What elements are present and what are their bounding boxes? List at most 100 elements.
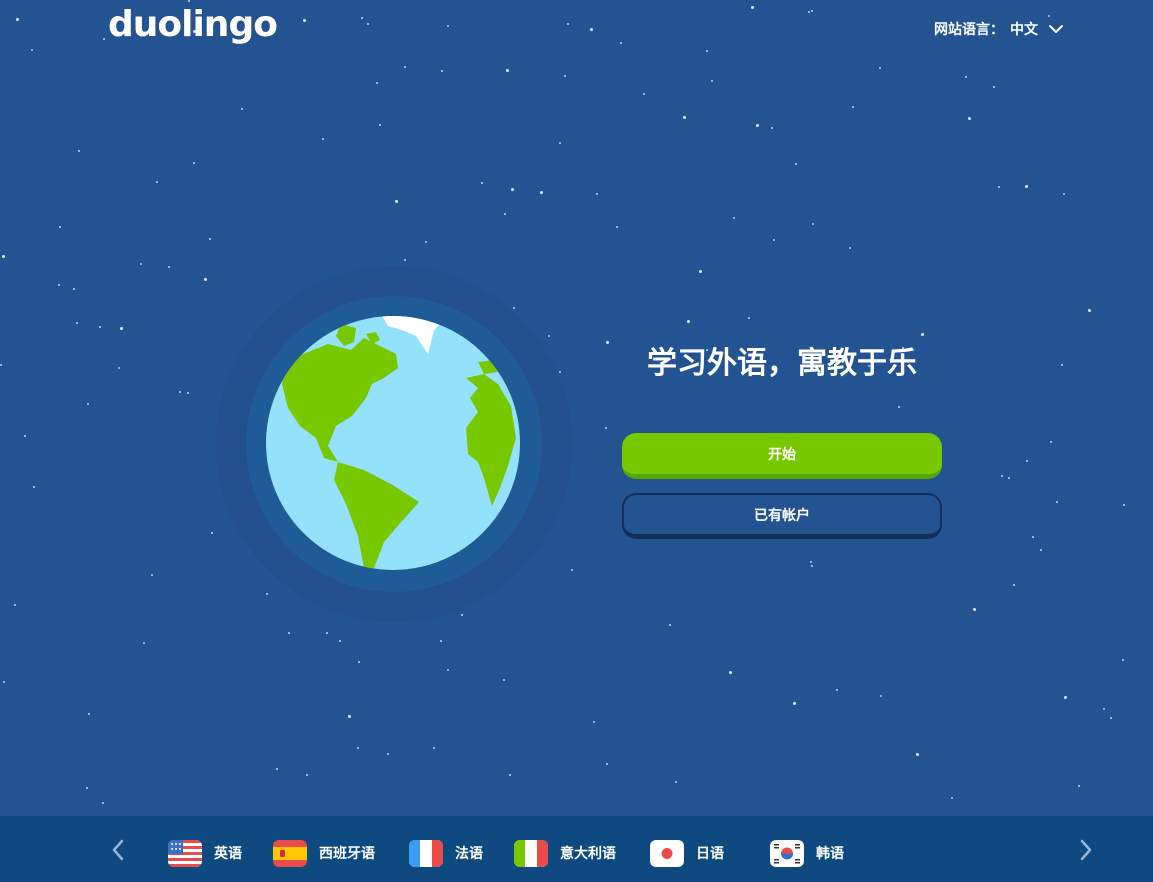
star [143, 642, 145, 644]
star [156, 181, 158, 183]
japan-flag-icon [650, 839, 684, 867]
star [1061, 364, 1063, 366]
star [606, 763, 608, 765]
star [506, 69, 509, 72]
star [425, 241, 427, 243]
star [339, 640, 341, 642]
star [993, 86, 995, 88]
star [102, 802, 104, 804]
korea-flag-icon [770, 839, 804, 867]
star [204, 278, 207, 281]
star [1103, 708, 1105, 710]
star [193, 162, 195, 164]
star [812, 223, 814, 225]
star [596, 193, 598, 195]
star [733, 217, 735, 219]
star [322, 138, 324, 140]
star [564, 75, 566, 77]
star [187, 392, 189, 394]
star [73, 288, 75, 290]
star [78, 150, 80, 152]
star [1110, 717, 1112, 719]
star [241, 108, 243, 110]
star [481, 182, 483, 184]
star [699, 270, 702, 273]
lang-item-french[interactable]: 法语 [409, 839, 483, 867]
star [211, 532, 213, 534]
star [849, 247, 851, 249]
star [151, 574, 153, 576]
star [1078, 785, 1080, 787]
star [306, 774, 308, 776]
france-flag-icon [409, 839, 443, 867]
star [31, 49, 33, 51]
star [1063, 193, 1065, 195]
star [593, 721, 595, 723]
lang-item-japanese[interactable]: 日语 [650, 839, 724, 867]
star [1026, 460, 1028, 462]
star [276, 768, 278, 770]
star [1040, 549, 1042, 551]
star [348, 715, 351, 718]
star [836, 689, 838, 691]
star [0, 364, 2, 366]
spain-flag-icon [273, 839, 307, 867]
star [795, 163, 797, 165]
star [1122, 659, 1124, 661]
star [387, 753, 389, 755]
star [811, 10, 813, 12]
have-account-button[interactable]: 已有帐户 [622, 493, 942, 539]
star [540, 191, 543, 194]
star [669, 624, 671, 626]
chevron-right-icon[interactable] [1073, 838, 1097, 862]
lang-label: 西班牙语 [319, 846, 375, 862]
star [852, 106, 854, 108]
star [643, 93, 645, 95]
star [87, 403, 89, 405]
us-flag-icon [168, 839, 202, 867]
start-button[interactable]: 开始 [622, 433, 942, 479]
star [706, 50, 708, 52]
star [16, 18, 19, 21]
star [376, 82, 378, 84]
site-language-selector[interactable]: 网站语言： 中文 [934, 17, 1064, 41]
star [303, 19, 306, 22]
star [168, 266, 170, 268]
star [88, 713, 90, 715]
star [358, 661, 360, 663]
star [921, 333, 924, 336]
lang-label: 意大利语 [560, 846, 616, 862]
star [687, 320, 690, 323]
star [288, 632, 290, 634]
lang-label: 英语 [214, 846, 242, 862]
star [1001, 475, 1003, 477]
star [503, 679, 505, 681]
star [367, 23, 369, 25]
star [793, 702, 796, 705]
star [86, 787, 88, 789]
duolingo-logo[interactable]: duolingo [108, 4, 278, 45]
star [118, 367, 120, 369]
chevron-left-icon[interactable] [107, 838, 131, 862]
lang-item-italian[interactable]: 意大利语 [514, 839, 616, 867]
star [808, 11, 810, 13]
star [810, 561, 812, 563]
star [605, 427, 607, 429]
star [440, 640, 442, 642]
star [1088, 309, 1091, 312]
lang-item-spanish[interactable]: 西班牙语 [273, 839, 375, 867]
lang-item-korean[interactable]: 韩语 [770, 839, 844, 867]
lang-label: 法语 [455, 846, 483, 862]
chevron-down-icon [1049, 25, 1063, 33]
star [511, 188, 514, 191]
lang-item-english[interactable]: 英语 [168, 839, 242, 867]
star [59, 226, 61, 228]
star [951, 797, 953, 799]
star [729, 671, 732, 674]
star [188, 0, 190, 2]
lang-label: 韩语 [816, 846, 844, 862]
star [1064, 696, 1067, 699]
star [99, 326, 101, 328]
star [361, 17, 363, 19]
star [811, 565, 813, 567]
